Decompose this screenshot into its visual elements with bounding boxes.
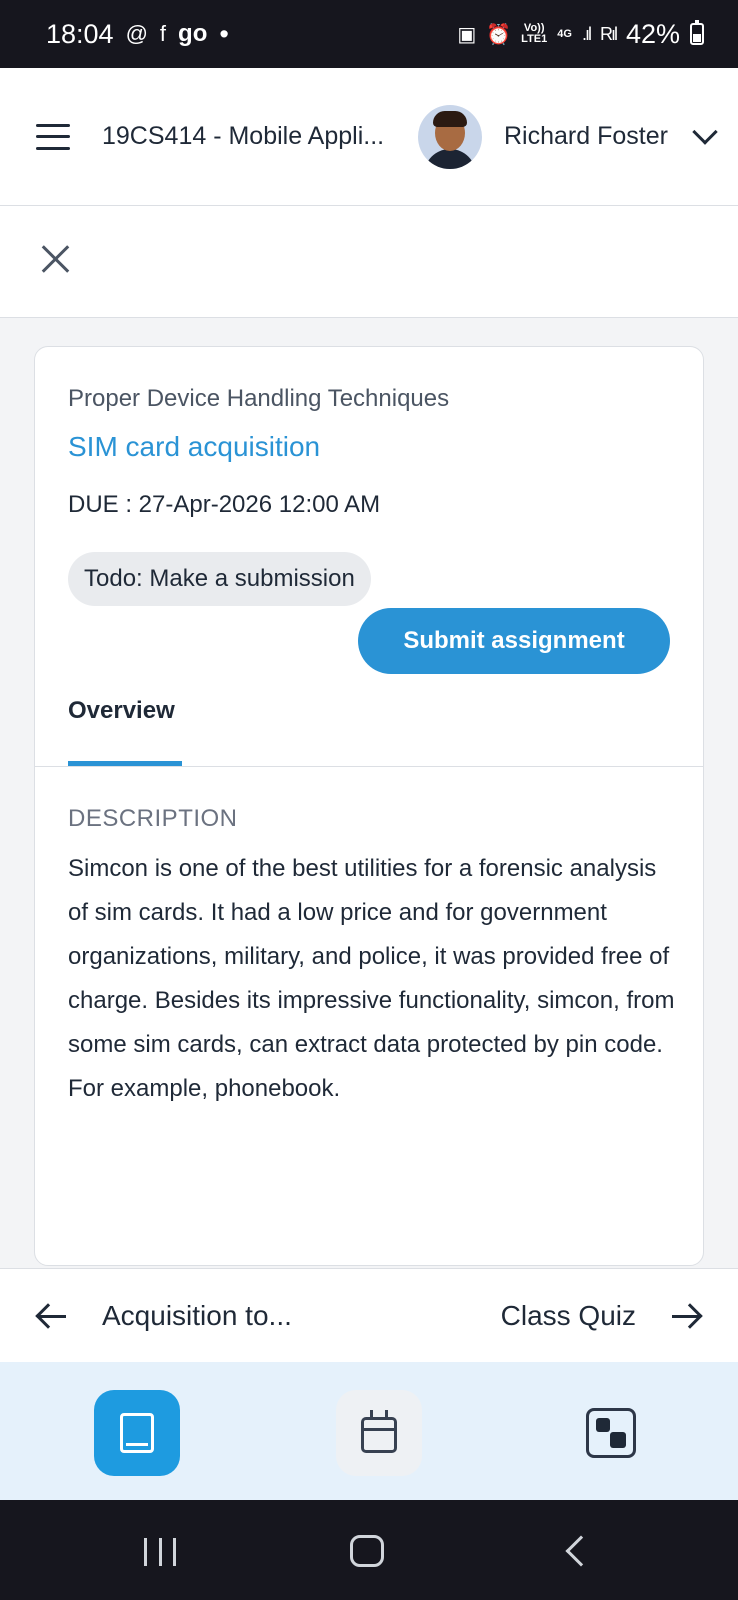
signal-icon: .ıl — [581, 23, 592, 44]
back-icon[interactable] — [565, 1535, 597, 1567]
tabs-divider — [35, 766, 703, 767]
chevron-down-icon[interactable] — [692, 118, 718, 145]
user-name[interactable]: Richard Foster — [504, 122, 668, 151]
recents-icon[interactable] — [144, 1538, 176, 1566]
threads-icon: @ — [125, 21, 148, 46]
status-bar: 18:04 @ f go • ▣ ⏰ Vo)) LTE1 4G .ıl Rıl … — [0, 0, 738, 68]
todo-badge: Todo: Make a submission — [68, 552, 371, 606]
battery-icon — [690, 20, 704, 45]
close-bar — [0, 206, 738, 318]
assignment-title: SIM card acquisition — [68, 431, 321, 462]
battery-percent: 42% — [625, 18, 680, 49]
facebook-icon: f — [159, 21, 167, 46]
volte-bottom: LTE1 — [521, 33, 548, 45]
bottom-nav — [0, 1362, 738, 1500]
arrow-right-icon[interactable] — [670, 1302, 703, 1329]
status-left: 18:04 @ f go • — [46, 19, 229, 50]
go-label: go — [178, 20, 208, 47]
system-nav-bar — [0, 1500, 738, 1600]
volte-indicator: Vo)) LTE1 — [521, 23, 547, 45]
nav-dashboard-button[interactable] — [568, 1390, 654, 1476]
course-title[interactable]: 19CS414 - Mobile Appli... — [102, 122, 404, 151]
signal-roaming-icon: Rıl — [599, 23, 618, 44]
tab-overview[interactable]: Overview — [68, 697, 175, 725]
status-time: 18:04 — [46, 18, 114, 49]
alarm-icon: ⏰ — [486, 23, 512, 46]
arrow-left-icon[interactable] — [35, 1302, 68, 1329]
status-right: ▣ ⏰ Vo)) LTE1 4G .ıl Rıl 42% — [457, 19, 704, 50]
assignment-card: Proper Device Handling Techniques SIM ca… — [34, 346, 704, 1266]
description-heading: DESCRIPTION — [68, 805, 238, 832]
book-icon — [120, 1413, 154, 1453]
description-text: Simcon is one of the best utilities for … — [68, 855, 675, 1102]
network-type: 4G — [557, 27, 572, 40]
next-activity-link[interactable]: Class Quiz — [501, 1300, 636, 1332]
close-icon[interactable] — [40, 244, 70, 274]
submit-assignment-button[interactable]: Submit assignment — [358, 608, 670, 674]
menu-icon[interactable] — [36, 123, 70, 150]
home-icon[interactable] — [350, 1535, 384, 1567]
avatar[interactable] — [418, 104, 482, 169]
activity-pager: Acquisition to... Class Quiz — [0, 1268, 738, 1362]
nav-calendar-button[interactable] — [336, 1390, 422, 1476]
dashboard-icon — [586, 1408, 636, 1458]
notification-dot: • — [219, 18, 229, 49]
previous-activity-link[interactable]: Acquisition to... — [102, 1300, 292, 1332]
section-name: Proper Device Handling Techniques — [68, 385, 450, 412]
due-date: DUE : 27-Apr-2026 12:00 AM — [68, 491, 381, 518]
app-header: 19CS414 - Mobile Appli... Richard Foster — [0, 68, 738, 206]
battery-saver-icon: ▣ — [457, 23, 477, 46]
nav-course-button[interactable] — [94, 1390, 180, 1476]
calendar-icon — [361, 1410, 397, 1453]
